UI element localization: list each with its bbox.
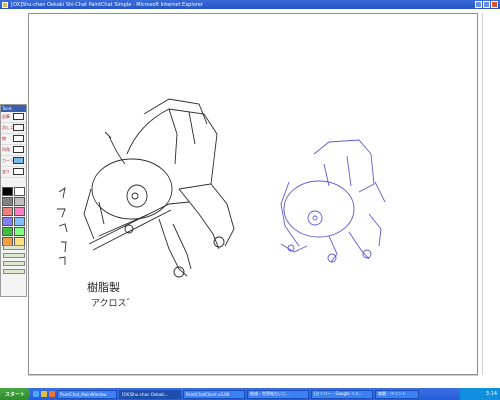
ie-icon[interactable] [33, 391, 39, 397]
color-swatch[interactable] [14, 227, 25, 236]
window-title-bar[interactable]: [OX]Shu-chan Oekaki Shi-Chat PaintChat S… [0, 0, 500, 9]
color-swatch[interactable] [14, 217, 25, 226]
eraser-icon [13, 124, 24, 131]
minimize-button[interactable] [475, 1, 482, 8]
task-button-oekaki[interactable]: [OX]Shu-chan Oekaki... [119, 389, 181, 399]
window-controls [475, 1, 498, 8]
fill-icon [13, 168, 24, 175]
task-button-client[interactable]: PaintChatClient v3.66 [183, 389, 245, 399]
task-button-paint[interactable]: 無題 - ペイント [375, 389, 419, 399]
ie-icon [2, 1, 8, 8]
left-caption: 樹脂製 アクロス゛ [87, 280, 136, 309]
tool-panel: Tools 鉛筆 消しゴム 線 四角 カーソル 塗り [0, 104, 27, 297]
tool-rectangle[interactable]: 四角 [1, 145, 26, 156]
start-button[interactable]: スタート [0, 388, 30, 400]
color-swatch[interactable] [2, 187, 13, 196]
pencil-icon [13, 113, 24, 120]
left-robot-sketch [83, 98, 235, 278]
close-button[interactable] [491, 1, 498, 8]
task-button-world[interactable]: 絵描・世界絵だいじ... [247, 389, 309, 399]
window-title: [OX]Shu-chan Oekaki Shi-Chat PaintChat S… [11, 1, 203, 8]
system-tray: 3:14 [460, 388, 500, 400]
workspace: 樹脂製 アクロス゛ Tools 鉛筆 消しゴム 線 四角 カーソル 塗り [0, 9, 500, 380]
color-swatch[interactable] [14, 197, 25, 206]
right-robot-sketch [280, 139, 386, 263]
horizontal-scrollbar[interactable] [28, 375, 478, 380]
zoom-slider[interactable] [3, 269, 25, 274]
line-icon [13, 135, 24, 142]
color-swatch[interactable] [2, 197, 13, 206]
tool-eraser[interactable]: 消しゴム [1, 123, 26, 134]
caption-line-1: 樹脂製 [87, 280, 120, 294]
tool-pencil[interactable]: 鉛筆 [1, 112, 26, 123]
drawing-canvas[interactable]: 樹脂製 アクロス゛ [28, 13, 478, 375]
cursor-icon [13, 157, 24, 164]
vertical-scrollbar[interactable] [482, 13, 488, 375]
tool-fill[interactable]: 塗り [1, 167, 26, 178]
quick-launch [33, 391, 55, 397]
color-swatch[interactable] [2, 217, 13, 226]
alpha-slider[interactable] [3, 253, 25, 258]
task-button-mainwindow[interactable]: PaintChat_MainWindow [57, 389, 117, 399]
clock[interactable]: 3:14 [486, 391, 497, 397]
color-swatch[interactable] [14, 187, 25, 196]
desktop-icon[interactable] [41, 391, 47, 397]
task-button-google[interactable]: [セイバー - Google イメ... [311, 389, 373, 399]
layer-slider[interactable] [3, 261, 25, 266]
color-swatch[interactable] [2, 207, 13, 216]
media-icon[interactable] [49, 391, 55, 397]
left-text-scribbles [57, 187, 68, 265]
tool-line[interactable]: 線 [1, 134, 26, 145]
brush-size-slider[interactable] [3, 245, 25, 250]
maximize-button[interactable] [483, 1, 490, 8]
rectangle-icon [13, 146, 24, 153]
color-swatch[interactable] [2, 227, 13, 236]
tool-cursor[interactable]: カーソル [1, 156, 26, 167]
canvas-drawing: 樹脂製 アクロス゛ [57, 98, 386, 309]
color-swatch[interactable] [14, 207, 25, 216]
color-palette [2, 187, 26, 247]
tool-panel-header[interactable]: Tools [1, 105, 26, 112]
taskbar: スタート PaintChat_MainWindow [OX]Shu-chan O… [0, 388, 500, 400]
caption-line-2: アクロス゛ [91, 298, 136, 309]
